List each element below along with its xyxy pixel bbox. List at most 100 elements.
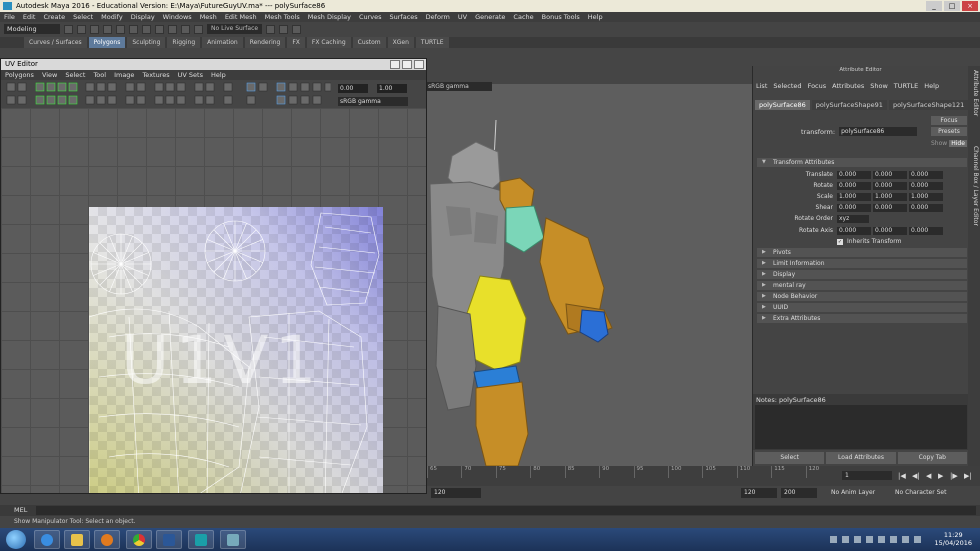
snap-curve-icon[interactable] <box>181 24 190 34</box>
step-forward-icon[interactable]: |▶ <box>950 472 958 480</box>
shelf-tab-rigging[interactable]: Rigging <box>167 37 201 48</box>
go-to-end-icon[interactable]: ▶| <box>964 472 972 480</box>
snap-grid-icon[interactable] <box>168 24 177 34</box>
uv-editor-window[interactable]: UV Editor Polygons View Select Tool Image Tex… <box>0 58 427 494</box>
menu-uv[interactable]: UV <box>458 13 467 21</box>
attr-menu-show[interactable]: Show <box>870 82 888 90</box>
new-scene-icon[interactable] <box>64 24 73 34</box>
scale-y-field[interactable]: 1.000 <box>873 193 907 201</box>
menu-bonus-tools[interactable]: Bonus Tools <box>542 13 580 21</box>
uv-menu-uv-sets[interactable]: UV Sets <box>178 71 203 79</box>
attr-menu-attributes[interactable]: Attributes <box>832 82 864 90</box>
section-limit-information[interactable]: Limit Information <box>757 259 967 268</box>
attr-menu-turtle[interactable]: TURTLE <box>894 82 918 90</box>
script-language-label[interactable]: MEL <box>14 506 27 514</box>
section-display[interactable]: Display <box>757 270 967 279</box>
uv-field-b[interactable]: 1.00 <box>377 84 407 93</box>
taskbar-explorer-icon[interactable] <box>64 530 90 549</box>
attr-tab-polysurfaceshape121[interactable]: polySurfaceShape121 <box>888 100 969 110</box>
command-input[interactable] <box>36 506 976 515</box>
range-start-field[interactable]: 120 <box>431 488 481 498</box>
taskbar-chrome-icon[interactable] <box>126 530 152 549</box>
playback-end-field[interactable]: 120 <box>741 488 777 498</box>
shelf-tab-fx-caching[interactable]: FX Caching <box>306 37 351 48</box>
uv-minimize-button[interactable] <box>390 60 400 69</box>
uv-menu-select[interactable]: Select <box>65 71 85 79</box>
redo-icon[interactable] <box>116 24 125 34</box>
save-scene-icon[interactable] <box>90 24 99 34</box>
menu-edit[interactable]: Edit <box>23 13 36 21</box>
attr-tab-polysurfaceshape91[interactable]: polySurfaceShape91 <box>811 100 887 110</box>
time-slider[interactable]: 65 70 75 80 85 90 95 100 105 110 115 120 <box>427 466 840 486</box>
menu-select[interactable]: Select <box>73 13 93 21</box>
menu-help[interactable]: Help <box>588 13 603 21</box>
current-frame-field[interactable]: 1 <box>842 471 892 480</box>
render-icon[interactable] <box>266 24 276 34</box>
menu-cache[interactable]: Cache <box>513 13 533 21</box>
start-button[interactable] <box>6 530 26 549</box>
hide-button[interactable]: Hide <box>949 140 967 147</box>
focus-button[interactable]: Focus <box>931 116 967 125</box>
menu-mesh-display[interactable]: Mesh Display <box>308 13 351 21</box>
uv-menu-polygons[interactable]: Polygons <box>5 71 34 79</box>
open-scene-icon[interactable] <box>77 24 86 34</box>
uv-wireframe[interactable] <box>89 207 383 493</box>
menu-curves[interactable]: Curves <box>359 13 382 21</box>
select-object-icon[interactable] <box>142 24 151 34</box>
shelf-tab-xgen[interactable]: XGen <box>387 37 414 48</box>
animation-end-field[interactable]: 200 <box>781 488 817 498</box>
undo-icon[interactable] <box>103 24 112 34</box>
taskbar-ie-icon[interactable] <box>34 530 60 549</box>
copy-tab-button[interactable]: Copy Tab <box>897 452 967 464</box>
transform-attributes-section[interactable]: Transform Attributes <box>757 158 967 167</box>
play-forward-icon[interactable]: ▶ <box>938 472 943 480</box>
menu-mesh[interactable]: Mesh <box>200 13 217 21</box>
menu-windows[interactable]: Windows <box>163 13 192 21</box>
shelf-tab-animation[interactable]: Animation <box>202 37 243 48</box>
translate-z-field[interactable]: 0.000 <box>909 171 943 179</box>
uv-menu-view[interactable]: View <box>42 71 57 79</box>
shear-z-field[interactable]: 0.000 <box>909 204 943 212</box>
menu-set-dropdown[interactable]: Modeling <box>4 24 60 34</box>
shear-y-field[interactable]: 0.000 <box>873 204 907 212</box>
uv-menu-image[interactable]: Image <box>114 71 134 79</box>
section-pivots[interactable]: Pivots <box>757 248 967 257</box>
inherits-transform-checkbox[interactable]: ✓ <box>837 239 843 245</box>
shelf-tab-polygons[interactable]: Polygons <box>88 37 126 48</box>
shelf-tab-fx[interactable]: FX <box>287 37 305 48</box>
tray-icon-3[interactable] <box>854 536 861 543</box>
uv-canvas[interactable]: U1V1 0.20.10.00.10.20.30.40.50.60.70.8 <box>1 108 426 493</box>
menu-create[interactable]: Create <box>43 13 65 21</box>
shelf-tab-turtle[interactable]: TURTLE <box>415 37 449 48</box>
show-button[interactable]: Show <box>931 140 947 147</box>
uv-menu-help[interactable]: Help <box>211 71 226 79</box>
shelf-tab-custom[interactable]: Custom <box>352 37 386 48</box>
ipr-render-icon[interactable] <box>279 24 289 34</box>
uv-color-space[interactable]: sRGB gamma <box>338 97 408 106</box>
rotate-order-dropdown[interactable]: xyz <box>837 215 869 223</box>
rotate-x-field[interactable]: 0.000 <box>837 182 871 190</box>
tray-icon-5[interactable] <box>878 536 885 543</box>
uv-menu-textures[interactable]: Textures <box>142 71 169 79</box>
rotate-axis-y[interactable]: 0.000 <box>873 227 907 235</box>
uv-editor-title-bar[interactable]: UV Editor <box>1 59 426 70</box>
uv-texture-tile[interactable]: U1V1 <box>89 207 383 493</box>
taskbar-word-icon[interactable] <box>156 530 182 549</box>
presets-button[interactable]: Presets <box>931 127 967 136</box>
taskbar-media-icon[interactable] <box>94 530 120 549</box>
menu-file[interactable]: File <box>4 13 15 21</box>
transform-name-field[interactable]: polySurface86 <box>839 127 918 136</box>
network-icon[interactable] <box>902 536 909 543</box>
taskbar-app-icon[interactable] <box>220 530 246 549</box>
shear-x-field[interactable]: 0.000 <box>837 204 871 212</box>
play-back-icon[interactable]: ◀ <box>926 472 931 480</box>
select-component-icon[interactable] <box>155 24 164 34</box>
menu-generate[interactable]: Generate <box>475 13 505 21</box>
uv-maximize-button[interactable] <box>402 60 412 69</box>
go-to-start-icon[interactable]: |◀ <box>898 472 906 480</box>
menu-surfaces[interactable]: Surfaces <box>390 13 418 21</box>
minimize-button[interactable]: _ <box>926 1 942 11</box>
section-uuid[interactable]: UUID <box>757 303 967 312</box>
rotate-axis-z[interactable]: 0.000 <box>909 227 943 235</box>
taskbar-clock[interactable]: 11:29 15/04/2016 <box>935 531 972 547</box>
